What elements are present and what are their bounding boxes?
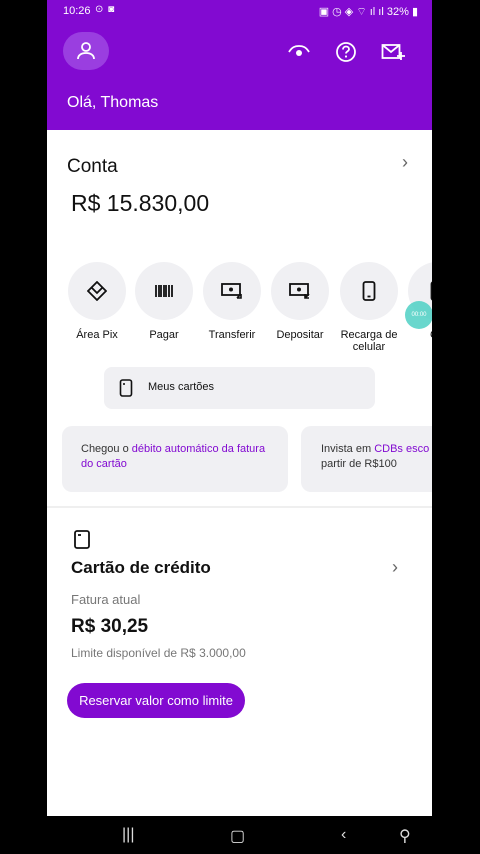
eye-icon xyxy=(288,45,310,56)
credit-card-icon xyxy=(74,530,90,549)
credit-card-title[interactable]: Cartão de crédito xyxy=(71,558,211,578)
account-balance: R$ 15.830,00 xyxy=(71,190,210,216)
promo-link[interactable]: CDBs esco Nu xyxy=(374,443,432,455)
pix-icon xyxy=(87,281,107,301)
promo-text: Invista em xyxy=(321,443,375,455)
app-screen: 10:26 ⊙ ◙ ▣ ◷ ◈ ⌔ ıl ıl 32% ▮ Olá, Thoma… xyxy=(47,0,432,854)
transfer-icon xyxy=(221,283,242,299)
action-label: Pagar xyxy=(149,329,179,341)
available-limit: Limite disponível de R$ 3.000,00 xyxy=(71,646,246,660)
status-notification-icons: ⊙ ◙ xyxy=(95,4,116,15)
action-label: Co xyxy=(402,329,432,341)
account-chevron-icon[interactable]: › xyxy=(402,152,408,173)
reserve-limit-button[interactable]: Reservar valor como limite xyxy=(67,683,245,718)
back-icon[interactable]: ‹ xyxy=(341,826,346,844)
hide-balance-button[interactable] xyxy=(287,40,311,64)
battery-icon: ▮ xyxy=(411,6,418,18)
greeting: Olá, Thomas xyxy=(67,94,159,111)
help-button[interactable] xyxy=(334,40,358,64)
battery-percent: 32% xyxy=(386,6,409,18)
status-bar: 10:26 ⊙ ◙ ▣ ◷ ◈ ⌔ ıl ıl 32% ▮ xyxy=(47,0,432,24)
phone-icon xyxy=(362,281,376,301)
action-pagar[interactable]: Pagar xyxy=(129,262,199,341)
promo-card-debit[interactable]: Chegou o débito automático da fatura do … xyxy=(62,426,288,492)
promo-text: Chegou o xyxy=(81,443,132,455)
system-nav-bar: ||| ▢ ‹ ⚲ xyxy=(47,816,432,854)
action-transferir[interactable]: Transferir xyxy=(197,262,267,341)
home-icon[interactable]: ▢ xyxy=(230,826,245,846)
recent-apps-icon[interactable]: ||| xyxy=(122,826,134,844)
account-title[interactable]: Conta xyxy=(67,156,118,178)
card-icon xyxy=(119,379,133,397)
action-carousel[interactable]: Área Pix Pagar Transferir Depositar Reca… xyxy=(47,262,432,362)
action-label: Transferir xyxy=(208,329,256,341)
action-label: Área Pix xyxy=(76,329,118,341)
action-pix[interactable]: Área Pix xyxy=(62,262,132,341)
profile-button[interactable] xyxy=(63,32,109,70)
help-icon xyxy=(336,42,356,62)
barcode-icon xyxy=(155,285,173,297)
action-depositar[interactable]: Depositar xyxy=(265,262,335,341)
credit-chevron-icon[interactable]: › xyxy=(392,557,398,578)
user-icon xyxy=(77,42,95,60)
invoice-label: Fatura atual xyxy=(71,592,141,607)
invite-button[interactable] xyxy=(381,40,405,64)
section-divider xyxy=(47,506,432,508)
mail-add-icon xyxy=(381,44,405,60)
status-time: 10:26 xyxy=(63,5,91,17)
accessibility-icon[interactable]: ⚲ xyxy=(399,826,411,846)
my-cards-button[interactable]: Meus cartões xyxy=(104,367,375,409)
action-label: Depositar xyxy=(276,329,324,341)
deposit-icon xyxy=(289,283,310,299)
invoice-value: R$ 30,25 xyxy=(71,616,149,637)
action-label: Recarga de celular xyxy=(340,329,398,353)
header: Olá, Thomas xyxy=(47,24,432,130)
my-cards-label: Meus cartões xyxy=(148,381,215,393)
status-system-icons: ▣ ◷ ◈ ⌔ ıl ıl xyxy=(318,6,384,18)
status-right: ▣ ◷ ◈ ⌔ ıl ıl 32% ▮ xyxy=(319,5,418,19)
screen-recorder-bubble[interactable]: 00:00 xyxy=(405,301,432,329)
cobrar-icon xyxy=(430,281,432,301)
action-recarga[interactable]: Recarga de celular xyxy=(334,262,404,353)
promo-card-invest[interactable]: Invista em CDBs esco Nu, a partir de R$1… xyxy=(301,426,432,492)
